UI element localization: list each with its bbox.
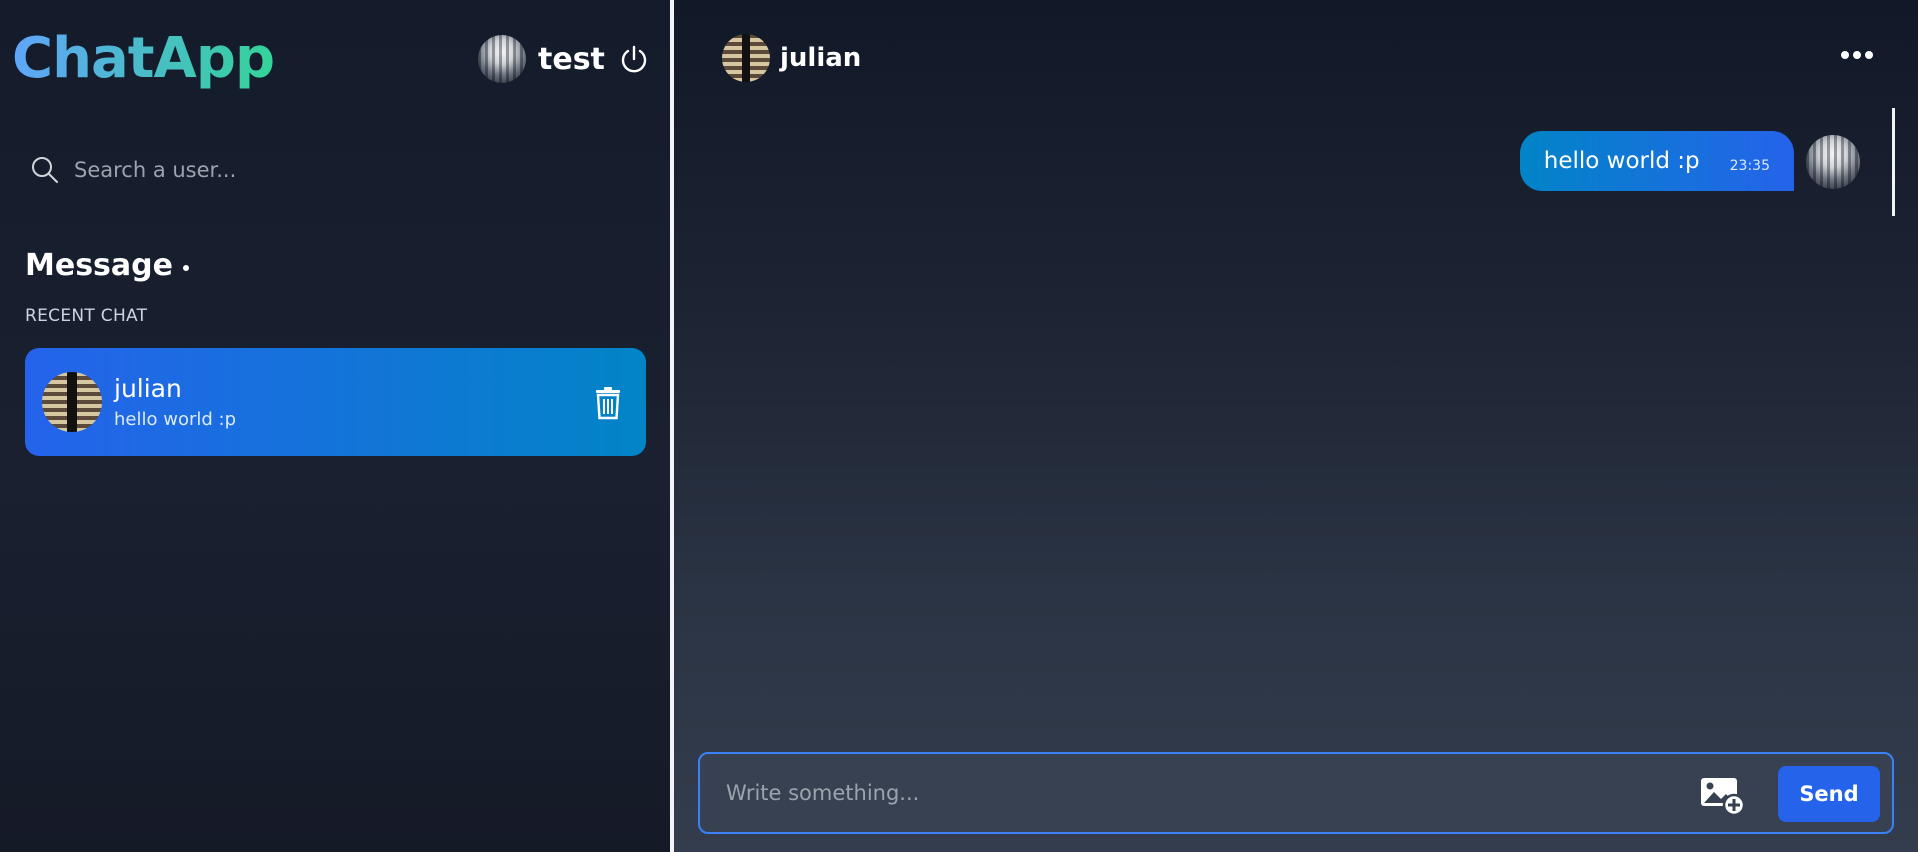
- status-dot-icon: [182, 264, 189, 271]
- message-row: hello world :p 23:35: [1519, 131, 1860, 191]
- current-user: test: [478, 35, 605, 83]
- contact-avatar[interactable]: [722, 34, 770, 82]
- trash-icon[interactable]: [594, 386, 622, 420]
- power-icon[interactable]: [618, 44, 650, 76]
- contact-name: julian: [780, 43, 862, 73]
- search-icon: [32, 157, 58, 183]
- search-input[interactable]: [72, 157, 592, 183]
- conversation-header: julian: [722, 34, 861, 82]
- scrollbar[interactable]: [1892, 108, 1895, 216]
- current-user-name: test: [538, 41, 605, 77]
- chat-avatar: [42, 372, 102, 432]
- message-text: hello world :p: [1543, 148, 1700, 174]
- message-time: 23:35: [1729, 158, 1770, 174]
- messages-heading: Message: [25, 248, 189, 283]
- message-bubble: hello world :p 23:35: [1519, 131, 1794, 191]
- recent-chat-label: RECENT CHAT: [25, 306, 148, 326]
- messages-heading-label: Message: [25, 248, 173, 283]
- message-avatar: [1806, 135, 1860, 189]
- more-options-icon[interactable]: [1840, 46, 1874, 64]
- send-button[interactable]: Send: [1778, 766, 1880, 822]
- chat-item-text: julian hello world :p: [114, 374, 236, 430]
- app-logo: ChatApp: [12, 24, 275, 94]
- message-input[interactable]: [724, 780, 1684, 806]
- add-image-icon[interactable]: [1700, 774, 1746, 816]
- message-composer: Send: [698, 752, 1894, 834]
- chat-item-name: julian: [114, 374, 182, 403]
- chat-app: ChatApp test Message RECENT CHAT julian: [0, 0, 1918, 852]
- sidebar: ChatApp test Message RECENT CHAT julian: [0, 0, 670, 852]
- current-user-avatar[interactable]: [478, 35, 526, 83]
- user-search: [30, 152, 630, 188]
- chat-item-preview: hello world :p: [114, 409, 236, 430]
- conversation-panel: julian hello world :p 23:35 Write someth…: [674, 0, 1918, 852]
- chat-list-item[interactable]: julian hello world :p: [25, 348, 646, 456]
